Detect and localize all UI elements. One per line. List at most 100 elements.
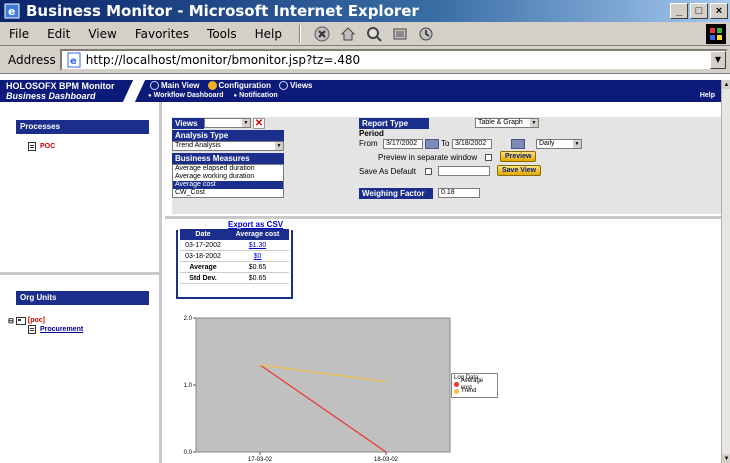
header-date: Date <box>195 231 211 238</box>
nav-main-view-label: Main View <box>161 81 200 90</box>
home-icon[interactable] <box>338 24 358 44</box>
favorites-icon[interactable] <box>390 24 410 44</box>
subnav-notification[interactable]: Notification <box>234 92 278 99</box>
business-measures-list[interactable]: Average elapsed duration Average working… <box>172 164 284 198</box>
left-panel: Processes POC Org Units ⊟ [poc] Procurem… <box>0 102 162 463</box>
org-tree-item-procurement[interactable]: Procurement <box>28 325 83 334</box>
table-row: 03-18-2002 $0 <box>180 251 289 262</box>
document-icon <box>28 142 36 151</box>
cell-date: 03-18-2002 <box>185 253 221 260</box>
cell-value-link[interactable]: $0 <box>226 251 289 261</box>
cell-date: 03-17-2002 <box>185 242 221 249</box>
view-name-input[interactable] <box>438 166 490 176</box>
vertical-scrollbar[interactable]: ▲ ▼ <box>721 80 730 463</box>
preview-button[interactable]: Preview <box>500 151 537 162</box>
preview-window-label: Preview in separate window <box>378 153 478 162</box>
address-label: Address <box>8 52 56 67</box>
views-label: Views <box>172 118 204 129</box>
average-label: Average <box>189 264 217 271</box>
maximize-button[interactable]: □ <box>690 3 708 19</box>
history-icon[interactable] <box>416 24 436 44</box>
org-units-header: Org Units <box>16 291 149 305</box>
brand: HOLOSOFX BPM Monitor Business Dashboard <box>6 82 115 101</box>
interval-select[interactable]: Daily ▼ <box>536 139 582 149</box>
brand-subtitle: Business Dashboard <box>6 91 96 101</box>
preview-window-checkbox[interactable] <box>485 154 492 161</box>
content-divider <box>165 216 721 219</box>
tree-collapse-icon[interactable]: ⊟ <box>8 317 14 325</box>
address-url: http://localhost/monitor/bmonitor.jsp?tz… <box>85 52 361 67</box>
address-bar: Address e http://localhost/monitor/bmoni… <box>0 46 730 74</box>
trend-chart: 2.0 1.0 0.0 17-03-02 18-03-02 <box>184 316 451 463</box>
legend-swatch <box>454 382 459 387</box>
analysis-type-label: Analysis Type <box>172 130 284 141</box>
radio-icon <box>278 81 288 90</box>
measure-item[interactable]: Average working duration <box>173 173 283 181</box>
menu-edit[interactable]: Edit <box>38 27 79 41</box>
measure-item-selected[interactable]: Average cost <box>173 181 283 189</box>
search-icon[interactable] <box>364 24 384 44</box>
export-csv-link[interactable]: Export as CSV <box>228 220 283 229</box>
dropdown-arrow-icon: ▼ <box>242 119 250 127</box>
help-link[interactable]: Help <box>700 92 715 99</box>
org-tree-root[interactable]: ⊟ [poc] <box>8 316 45 325</box>
from-label: From <box>359 139 378 148</box>
document-icon <box>28 325 36 334</box>
scroll-down-arrow-icon[interactable]: ▼ <box>722 454 730 463</box>
report-type-value: Table & Graph <box>478 119 523 126</box>
cell-value-link[interactable]: $1.30 <box>226 240 289 250</box>
menu-tools[interactable]: Tools <box>198 27 246 41</box>
menu-help[interactable]: Help <box>246 27 291 41</box>
stddev-label: Std Dev. <box>189 275 217 282</box>
close-button[interactable]: × <box>710 3 728 19</box>
measure-item[interactable]: Average elapsed duration <box>173 165 283 173</box>
nav-views[interactable]: Views <box>278 81 313 90</box>
dropdown-arrow-icon: ▼ <box>530 119 538 127</box>
from-date-input[interactable]: 3/17/2002 <box>383 139 423 149</box>
svg-text:e: e <box>8 5 15 18</box>
org-child-label: Procurement <box>40 326 84 333</box>
process-item-poc[interactable]: POC <box>28 142 55 151</box>
to-date-input[interactable]: 3/18/2002 <box>452 139 492 149</box>
views-select[interactable]: ▼ <box>204 118 251 128</box>
nav-configuration[interactable]: Configuration <box>207 81 271 90</box>
weighing-factor-input[interactable]: 0.18 <box>438 188 480 198</box>
minimize-button[interactable]: _ <box>670 3 688 19</box>
subnav-workflow-dashboard[interactable]: Workflow Dashboard <box>148 92 224 99</box>
stats-header-row: Date Average cost <box>180 229 289 240</box>
brand-name: HOLOSOFX BPM Monitor <box>6 81 115 91</box>
radio-icon <box>150 81 159 90</box>
analysis-type-select[interactable]: Trend Analysis ▼ <box>172 141 284 151</box>
address-input[interactable]: e http://localhost/monitor/bmonitor.jsp?… <box>59 48 728 71</box>
measure-item[interactable]: CW_Cost <box>173 189 283 197</box>
menu-bar: File Edit View Favorites Tools Help <box>0 22 730 46</box>
panel-divider <box>0 272 159 275</box>
process-item-label: POC <box>40 143 56 150</box>
stats-table: Date Average cost 03-17-2002 $1.30 03-18… <box>180 229 289 284</box>
scroll-up-arrow-icon[interactable]: ▲ <box>722 80 730 89</box>
report-type-select[interactable]: Table & Graph ▼ <box>475 118 539 128</box>
plot-area <box>195 317 451 453</box>
toolbar-separator <box>298 24 301 43</box>
average-value: $0.65 <box>248 264 267 271</box>
report-form: Views ▼ ✕ Analysis Type Trend Analysis ▼… <box>172 116 721 214</box>
delete-view-button[interactable]: ✕ <box>253 118 265 129</box>
legend-label: Trend <box>461 388 477 394</box>
org-folder-icon <box>15 317 26 325</box>
radio-selected-icon <box>207 81 217 90</box>
page-icon: e <box>67 52 81 67</box>
nav-main-view[interactable]: Main View <box>150 81 200 90</box>
save-default-label: Save As Default <box>359 167 416 176</box>
address-dropdown-arrow-icon[interactable]: ▼ <box>710 50 726 69</box>
menu-file[interactable]: File <box>0 27 38 41</box>
to-calendar-icon[interactable] <box>511 139 525 149</box>
app-header: HOLOSOFX BPM Monitor Business Dashboard … <box>0 80 721 102</box>
menu-view[interactable]: View <box>79 27 125 41</box>
top-nav: Main View Configuration Views <box>150 81 313 90</box>
stop-icon[interactable] <box>312 24 332 44</box>
menu-favorites[interactable]: Favorites <box>126 27 198 41</box>
save-default-checkbox[interactable] <box>425 168 432 175</box>
save-view-button[interactable]: Save View <box>497 165 542 176</box>
period-label: Period <box>359 129 384 138</box>
from-calendar-icon[interactable] <box>425 139 439 149</box>
